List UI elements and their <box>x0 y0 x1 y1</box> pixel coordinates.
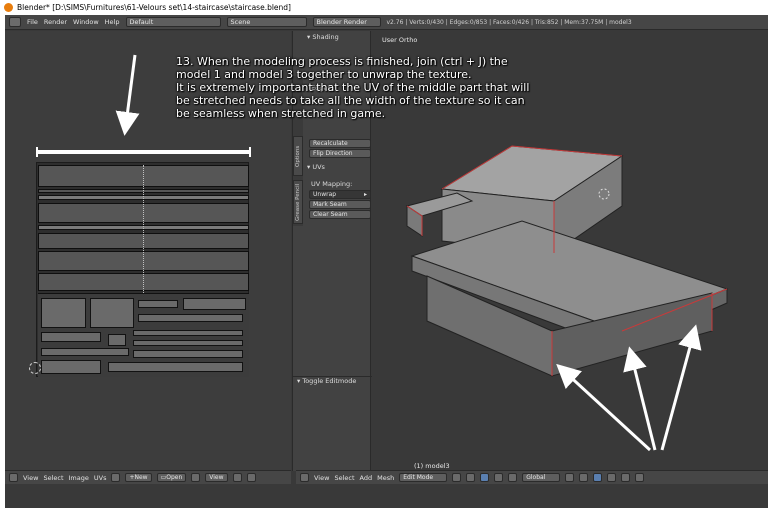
arrow-up-icon <box>660 324 702 451</box>
annotation-arrows <box>115 54 702 452</box>
arrow-down-icon <box>115 54 140 136</box>
